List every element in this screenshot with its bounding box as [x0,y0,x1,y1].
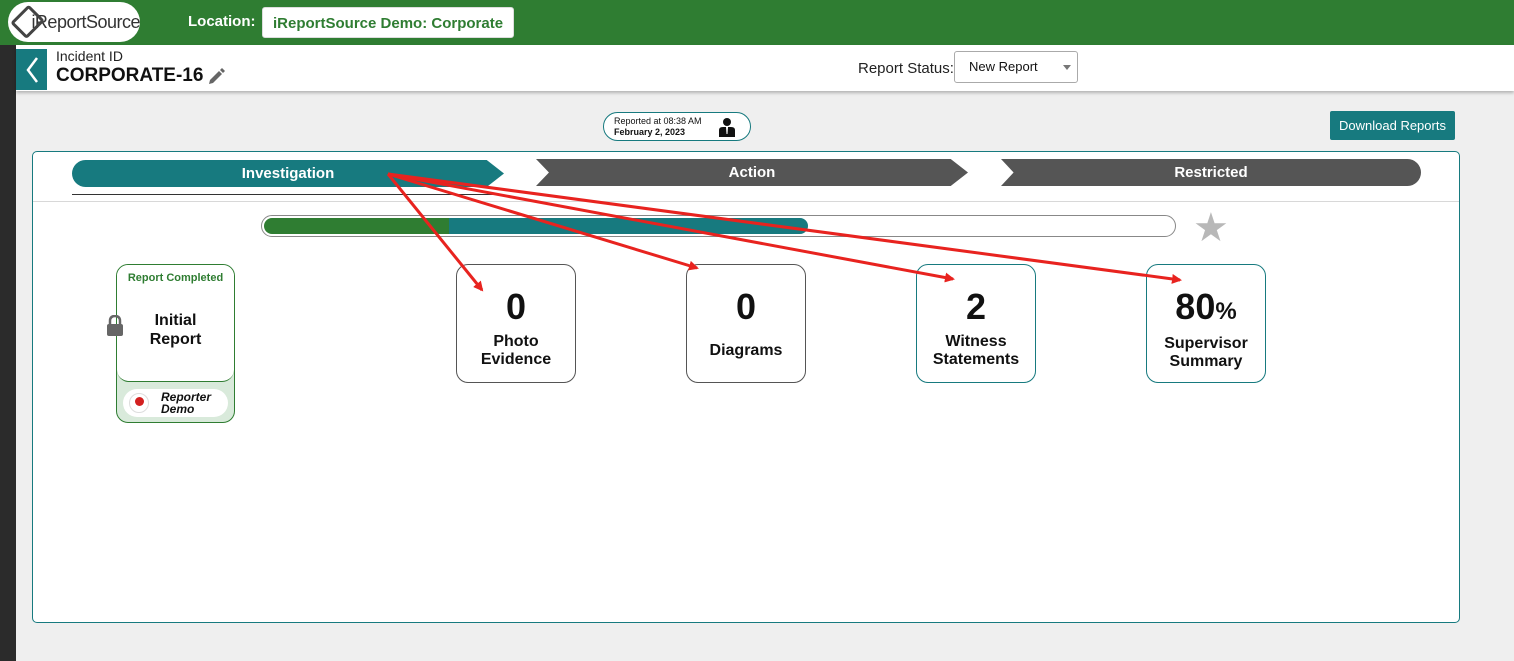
pencil-icon[interactable] [208,67,226,90]
initial-report-title: Initial Report [117,311,234,349]
photo-evidence-card[interactable]: 0 Photo Evidence [456,264,576,383]
supervisor-summary-label-line2: Summary [1169,353,1243,370]
reporter-person-icon [718,117,736,140]
download-reports-button[interactable]: Download Reports [1330,111,1455,140]
diagrams-count: 0 [735,286,757,327]
progress-fill [264,218,808,234]
initial-report-card[interactable]: Report Completed Initial Report Reporter… [116,264,235,423]
chevron-left-icon [25,56,38,83]
incident-header: Incident ID CORPORATE-16 Report Status: … [16,45,1514,91]
supervisor-summary-number: 80 [1175,286,1216,327]
initial-report-title-line1: Initial [154,312,197,329]
photo-evidence-count: 0 [505,286,527,327]
supervisor-summary-card[interactable]: 80% Supervisor Summary [1146,264,1266,383]
witness-statements-label-line2: Statements [932,351,1020,368]
app-logo[interactable]: iReportSource [8,2,140,42]
incident-id: CORPORATE-16 [56,65,204,86]
incident-id-label: Incident ID [56,48,123,64]
tab-restricted[interactable]: Restricted [1001,159,1421,186]
tab-investigation[interactable]: Investigation [72,160,504,187]
photo-evidence-label-line1: Photo [493,333,539,350]
reporter-avatar-icon [129,393,149,413]
witness-statements-label: Witness Statements [917,333,1035,369]
initial-report-card-body: Report Completed Initial Report [117,265,234,382]
initial-report-title-line2: Report [149,331,202,348]
logo-text: iReportSource [31,11,140,32]
witness-statements-label-line1: Witness [945,333,1007,350]
back-button[interactable] [16,49,47,90]
report-status-value: New Report [969,59,1038,74]
supervisor-summary-value: 80% [1147,287,1265,332]
supervisor-summary-label-line1: Supervisor [1164,335,1248,352]
diagrams-card[interactable]: 0 Diagrams [686,264,806,383]
lock-icon [106,314,124,342]
tab-action[interactable]: Action [536,159,968,186]
top-bar: iReportSource Location: iReportSource De… [0,0,1514,45]
panel-divider [33,201,1459,202]
witness-statements-count: 2 [965,286,987,327]
caret-down-icon [1063,65,1071,70]
logo-diamond-icon [10,4,46,40]
investigation-panel: Investigation Action Restricted ★ Report… [32,151,1460,623]
supervisor-summary-label: Supervisor Summary [1147,335,1265,371]
photo-evidence-label: Photo Evidence [457,333,575,369]
reporter-name-line2: Demo [161,402,195,416]
left-rail [0,0,16,661]
reporter-pill[interactable]: Reporter Demo [123,389,228,417]
star-icon[interactable]: ★ [1193,208,1229,248]
photo-evidence-label-line2: Evidence [480,351,552,368]
progress-bar [261,215,1176,237]
reported-badge: Reported at 08:38 AM February 2, 2023 [603,112,751,141]
location-selector[interactable]: iReportSource Demo: Corporate [262,7,515,38]
report-status-select[interactable]: New Report [954,51,1078,83]
diagrams-label: Diagrams [709,342,783,359]
location-label: Location: [188,13,256,30]
witness-statements-card[interactable]: 2 Witness Statements [916,264,1036,383]
reporter-name: Reporter Demo [161,391,211,415]
report-completed-label: Report Completed [127,272,224,284]
active-tab-underline [72,194,498,195]
supervisor-summary-percent: % [1215,298,1237,325]
report-status-label: Report Status: [858,60,954,77]
